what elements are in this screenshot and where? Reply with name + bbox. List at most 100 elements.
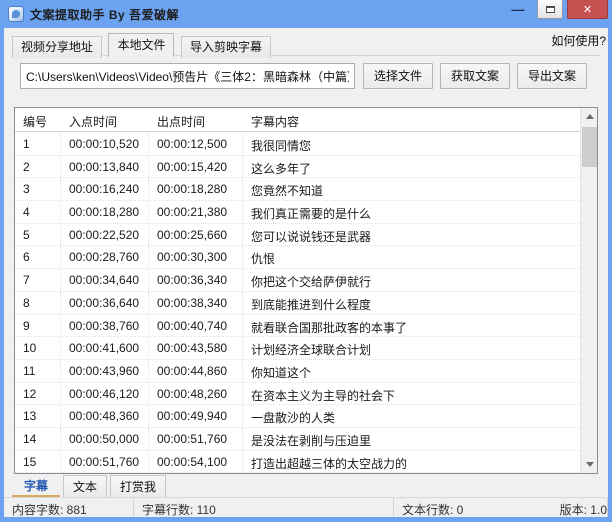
table-row[interactable]: 15 00:00:51,760 00:00:54,100 打造出超越三体的太空战… — [15, 451, 580, 473]
chevron-down-icon — [586, 462, 594, 467]
cell-content: 我很同情您 — [243, 133, 580, 155]
cell-in-time: 00:00:38,760 — [61, 315, 149, 337]
cell-content: 这么多年了 — [243, 156, 580, 178]
table-row[interactable]: 5 00:00:22,520 00:00:25,660 您可以说说钱还是武器 — [15, 224, 580, 247]
cell-content: 您可以说说钱还是武器 — [243, 224, 580, 246]
cell-number: 6 — [15, 246, 61, 268]
cell-in-time: 00:00:13,840 — [61, 156, 149, 178]
cell-in-time: 00:00:16,240 — [61, 178, 149, 200]
maximize-button[interactable] — [537, 0, 563, 19]
cell-out-time: 00:00:21,380 — [149, 201, 243, 223]
status-panel: 字幕行数: 110 — [134, 498, 394, 517]
help-link[interactable]: 如何使用? — [551, 32, 606, 49]
scroll-down-button[interactable] — [581, 456, 598, 473]
table-row[interactable]: 14 00:00:50,000 00:00:51,760 是没法在剥削与压迫里 — [15, 428, 580, 451]
chevron-up-icon — [586, 114, 594, 119]
table-row[interactable]: 9 00:00:38,760 00:00:40,740 就看联合国那批政客的本事… — [15, 315, 580, 338]
cell-out-time: 00:00:43,580 — [149, 337, 243, 359]
table-row[interactable]: 8 00:00:36,640 00:00:38,340 到底能推进到什么程度 — [15, 292, 580, 315]
cell-content: 你知道这个 — [243, 360, 580, 382]
table-row[interactable]: 13 00:00:48,360 00:00:49,940 一盘散沙的人类 — [15, 405, 580, 428]
table-row[interactable]: 12 00:00:46,120 00:00:48,260 在资本主义为主导的社会… — [15, 383, 580, 406]
cell-content: 是没法在剥削与压迫里 — [243, 428, 580, 450]
bottom-tab[interactable]: 打赏我 — [110, 475, 166, 498]
cell-content: 就看联合国那批政客的本事了 — [243, 315, 580, 337]
cell-in-time: 00:00:10,520 — [61, 133, 149, 155]
vertical-scrollbar[interactable] — [580, 108, 597, 473]
cell-content: 您竟然不知道 — [243, 178, 580, 200]
maximize-icon — [546, 6, 555, 13]
app-window: 文案提取助手 By 吾爱破解 — ✕ 视频分享地址 本地文件 导入剪映字幕 如何… — [0, 0, 612, 522]
table-row[interactable]: 6 00:00:28,760 00:00:30,300 仇恨 — [15, 246, 580, 269]
cell-number: 11 — [15, 360, 61, 382]
cell-out-time: 00:00:54,100 — [149, 451, 243, 473]
file-path-input[interactable] — [20, 63, 355, 89]
table-row[interactable]: 7 00:00:34,640 00:00:36,340 你把这个交给萨伊就行 — [15, 269, 580, 292]
cell-content: 我们真正需要的是什么 — [243, 201, 580, 223]
status-panel: 内容字数: 881 — [4, 498, 134, 517]
scroll-up-button[interactable] — [581, 108, 598, 125]
bottom-tab[interactable]: 字幕 — [12, 475, 60, 498]
file-action-button[interactable]: 获取文案 — [440, 63, 510, 89]
column-header-out-time[interactable]: 出点时间 — [149, 108, 243, 131]
subtitle-table: 编号 入点时间 出点时间 字幕内容 1 00:00:10,520 00:00:1… — [14, 107, 598, 474]
cell-content: 一盘散沙的人类 — [243, 405, 580, 427]
table-row[interactable]: 3 00:00:16,240 00:00:18,280 您竟然不知道 — [15, 178, 580, 201]
cell-number: 13 — [15, 405, 61, 427]
cell-out-time: 00:00:25,660 — [149, 224, 243, 246]
cell-number: 8 — [15, 292, 61, 314]
close-button[interactable]: ✕ — [567, 0, 608, 19]
cell-number: 2 — [15, 156, 61, 178]
status-bar: 内容字数: 881 字幕行数: 110 文本行数: 0 版本: 1.0 — [4, 497, 608, 517]
column-header-in-time[interactable]: 入点时间 — [61, 108, 149, 131]
cell-out-time: 00:00:12,500 — [149, 133, 243, 155]
cell-content: 仇恨 — [243, 246, 580, 268]
table-row[interactable]: 10 00:00:41,600 00:00:43,580 计划经济全球联合计划 — [15, 337, 580, 360]
cell-out-time: 00:00:18,280 — [149, 178, 243, 200]
window-controls: — ✕ — [503, 0, 608, 19]
subtitle-table-body: 1 00:00:10,520 00:00:12,500 我很同情您 2 00:0… — [15, 133, 580, 473]
cell-number: 1 — [15, 133, 61, 155]
column-header-number[interactable]: 编号 — [15, 108, 61, 131]
cell-number: 14 — [15, 428, 61, 450]
cell-number: 12 — [15, 383, 61, 405]
title-bar: 文案提取助手 By 吾爱破解 — ✕ — [0, 0, 612, 28]
status-panel: 文本行数: 0 — [394, 498, 552, 517]
cell-in-time: 00:00:36,640 — [61, 292, 149, 314]
cell-number: 3 — [15, 178, 61, 200]
top-tab[interactable]: 导入剪映字幕 — [181, 36, 271, 58]
scrollbar-thumb[interactable] — [582, 127, 597, 167]
cell-out-time: 00:00:48,260 — [149, 383, 243, 405]
cell-content: 计划经济全球联合计划 — [243, 337, 580, 359]
table-row[interactable]: 4 00:00:18,280 00:00:21,380 我们真正需要的是什么 — [15, 201, 580, 224]
cell-in-time: 00:00:18,280 — [61, 201, 149, 223]
cell-out-time: 00:00:49,940 — [149, 405, 243, 427]
cell-in-time: 00:00:43,960 — [61, 360, 149, 382]
cell-in-time: 00:00:46,120 — [61, 383, 149, 405]
column-header-content[interactable]: 字幕内容 — [243, 108, 597, 131]
cell-number: 7 — [15, 269, 61, 291]
cell-out-time: 00:00:40,740 — [149, 315, 243, 337]
cell-in-time: 00:00:48,360 — [61, 405, 149, 427]
app-icon — [8, 6, 24, 22]
table-row[interactable]: 2 00:00:13,840 00:00:15,420 这么多年了 — [15, 156, 580, 179]
cell-content: 打造出超越三体的太空战力的 — [243, 451, 580, 473]
top-tab[interactable]: 视频分享地址 — [12, 36, 102, 58]
top-tab[interactable]: 本地文件 — [108, 33, 174, 57]
top-tab-strip: 视频分享地址 本地文件 导入剪映字幕 — [12, 33, 600, 56]
file-action-button[interactable]: 选择文件 — [363, 63, 433, 89]
bottom-tab[interactable]: 文本 — [63, 475, 107, 498]
table-row[interactable]: 11 00:00:43,960 00:00:44,860 你知道这个 — [15, 360, 580, 383]
cell-content: 到底能推进到什么程度 — [243, 292, 580, 314]
client-area: 视频分享地址 本地文件 导入剪映字幕 如何使用? 选择文件 获取文案 导出文案 … — [4, 28, 608, 517]
cell-in-time: 00:00:22,520 — [61, 224, 149, 246]
table-row[interactable]: 1 00:00:10,520 00:00:12,500 我很同情您 — [15, 133, 580, 156]
file-action-button[interactable]: 导出文案 — [517, 63, 587, 89]
cell-in-time: 00:00:51,760 — [61, 451, 149, 473]
cell-in-time: 00:00:50,000 — [61, 428, 149, 450]
cell-out-time: 00:00:51,760 — [149, 428, 243, 450]
minimize-button[interactable]: — — [503, 0, 533, 19]
subtitle-table-header: 编号 入点时间 出点时间 字幕内容 — [15, 108, 597, 132]
cell-content: 你把这个交给萨伊就行 — [243, 269, 580, 291]
cell-in-time: 00:00:28,760 — [61, 246, 149, 268]
